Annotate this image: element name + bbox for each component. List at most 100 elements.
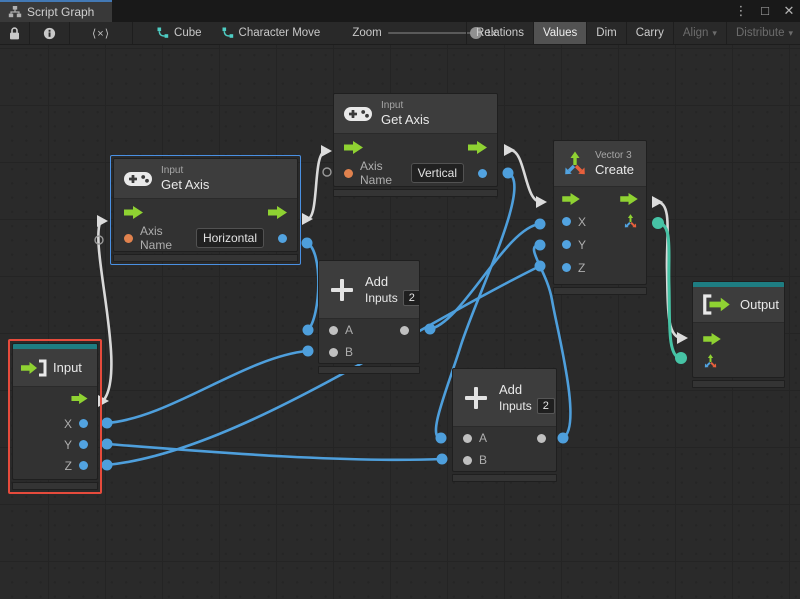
- carry-toggle[interactable]: Carry: [626, 22, 673, 44]
- input-a-port[interactable]: [463, 434, 472, 443]
- node-subtitle: Input: [161, 165, 209, 177]
- inputs-count[interactable]: 2: [537, 398, 555, 414]
- control-in-port[interactable]: [703, 333, 721, 345]
- window-maximize-button[interactable]: □: [758, 0, 772, 22]
- control-in-port[interactable]: [562, 193, 580, 205]
- node-title: Get Axis: [381, 112, 429, 128]
- input-b-label: B: [479, 453, 487, 467]
- graph-node-icon: [222, 27, 234, 39]
- z-out-port[interactable]: [79, 461, 88, 470]
- node-vector3-create[interactable]: Vector 3 Create X: [553, 140, 647, 295]
- node-footer: [113, 254, 298, 262]
- unity-script-graph-window: Script Graph ⋮ □ ✕: [0, 0, 800, 599]
- graph-toolbar: ⟨×⟩ Cube Character Move: [0, 22, 800, 45]
- axis-name-port[interactable]: [124, 234, 133, 243]
- y-port[interactable]: [562, 240, 571, 249]
- node-footer: [452, 474, 557, 482]
- graph-hierarchy-icon: [8, 6, 22, 18]
- node-footer: [12, 482, 98, 490]
- node-title: Input: [53, 360, 82, 376]
- node-title: Add: [499, 382, 555, 398]
- code-icon: ⟨×⟩: [92, 27, 110, 40]
- x-label: X: [64, 417, 72, 431]
- x-port[interactable]: [562, 217, 571, 226]
- sum-out-port[interactable]: [537, 434, 546, 443]
- axis-name-label: Axis Name: [360, 159, 404, 187]
- plus-icon: [327, 275, 357, 305]
- control-out-port[interactable]: [620, 193, 638, 205]
- node-get-axis-horizontal[interactable]: Input Get Axis Axis Name Horizontal: [110, 155, 301, 265]
- axis-name-port[interactable]: [344, 169, 353, 178]
- node-add-2[interactable]: Add Inputs 2 A B: [452, 368, 557, 482]
- x-out-port[interactable]: [79, 419, 88, 428]
- plus-icon: [461, 383, 491, 413]
- z-label: Z: [578, 261, 585, 275]
- node-footer: [318, 366, 420, 374]
- distribute-dropdown[interactable]: Distribute ▾: [726, 22, 800, 44]
- tab-strip: Script Graph ⋮ □ ✕: [0, 0, 800, 22]
- node-footer: [692, 380, 785, 388]
- control-in-port[interactable]: [344, 141, 363, 154]
- control-in-port[interactable]: [124, 206, 143, 219]
- relations-toggle[interactable]: Relations: [466, 22, 533, 44]
- dim-toggle[interactable]: Dim: [586, 22, 625, 44]
- info-button[interactable]: [30, 22, 70, 44]
- node-title: Add: [365, 274, 420, 290]
- control-out-port[interactable]: [71, 393, 88, 404]
- control-out-port[interactable]: [468, 141, 487, 154]
- lock-icon: [9, 27, 20, 40]
- window-close-button[interactable]: ✕: [782, 0, 796, 22]
- zoom-label: Zoom: [352, 27, 381, 39]
- y-label: Y: [578, 238, 586, 252]
- inputs-label: Inputs: [365, 290, 398, 306]
- input-a-label: A: [479, 431, 487, 445]
- y-out-port[interactable]: [79, 440, 88, 449]
- value-out-port[interactable]: [478, 169, 487, 178]
- code-view-button[interactable]: ⟨×⟩: [70, 22, 133, 44]
- vector3-in-port[interactable]: [703, 354, 718, 369]
- node-subtitle: Vector 3: [595, 150, 634, 162]
- node-output[interactable]: Output: [692, 281, 785, 388]
- vector3-icon: [562, 151, 588, 177]
- z-label: Z: [65, 459, 72, 473]
- node-get-axis-vertical[interactable]: Input Get Axis Axis Name Vertical: [333, 93, 498, 197]
- breadcrumb-character-move[interactable]: Character Move: [212, 22, 331, 44]
- align-dropdown[interactable]: Align ▾: [673, 22, 726, 44]
- gamepad-icon: [124, 170, 152, 188]
- vector3-out-port[interactable]: [623, 214, 638, 229]
- values-toggle[interactable]: Values: [533, 22, 586, 44]
- lock-button[interactable]: [0, 22, 30, 44]
- input-b-port[interactable]: [329, 348, 338, 357]
- node-footer: [553, 287, 647, 295]
- node-subtitle: Input: [381, 100, 429, 112]
- inputs-label: Inputs: [499, 398, 532, 414]
- input-a-port[interactable]: [329, 326, 338, 335]
- breadcrumb-cube[interactable]: Cube: [147, 22, 212, 44]
- tab-script-graph[interactable]: Script Graph: [0, 0, 112, 22]
- tab-title: Script Graph: [27, 5, 94, 19]
- value-out-port[interactable]: [278, 234, 287, 243]
- x-label: X: [578, 215, 586, 229]
- node-footer: [333, 189, 498, 197]
- axis-name-value[interactable]: Horizontal: [196, 228, 264, 248]
- node-title: Get Axis: [161, 177, 209, 193]
- node-title: Create: [595, 162, 634, 178]
- graph-node-icon: [157, 27, 169, 39]
- input-b-label: B: [345, 345, 353, 359]
- node-add-1[interactable]: Add Inputs 2 A B: [318, 260, 420, 374]
- input-a-label: A: [345, 323, 353, 337]
- axis-name-value[interactable]: Vertical: [411, 163, 464, 183]
- node-title: Output: [740, 297, 779, 313]
- node-input[interactable]: Input X Y Z: [8, 339, 102, 494]
- input-b-port[interactable]: [463, 456, 472, 465]
- control-out-port[interactable]: [268, 206, 287, 219]
- input-event-icon: [20, 359, 47, 377]
- axis-name-label: Axis Name: [140, 224, 189, 252]
- y-label: Y: [64, 438, 72, 452]
- z-port[interactable]: [562, 263, 571, 272]
- output-event-icon: [701, 294, 733, 315]
- sum-out-port[interactable]: [400, 326, 409, 335]
- window-menu-button[interactable]: ⋮: [734, 0, 748, 22]
- inputs-count[interactable]: 2: [403, 290, 420, 306]
- breadcrumb-label: Character Move: [239, 27, 321, 39]
